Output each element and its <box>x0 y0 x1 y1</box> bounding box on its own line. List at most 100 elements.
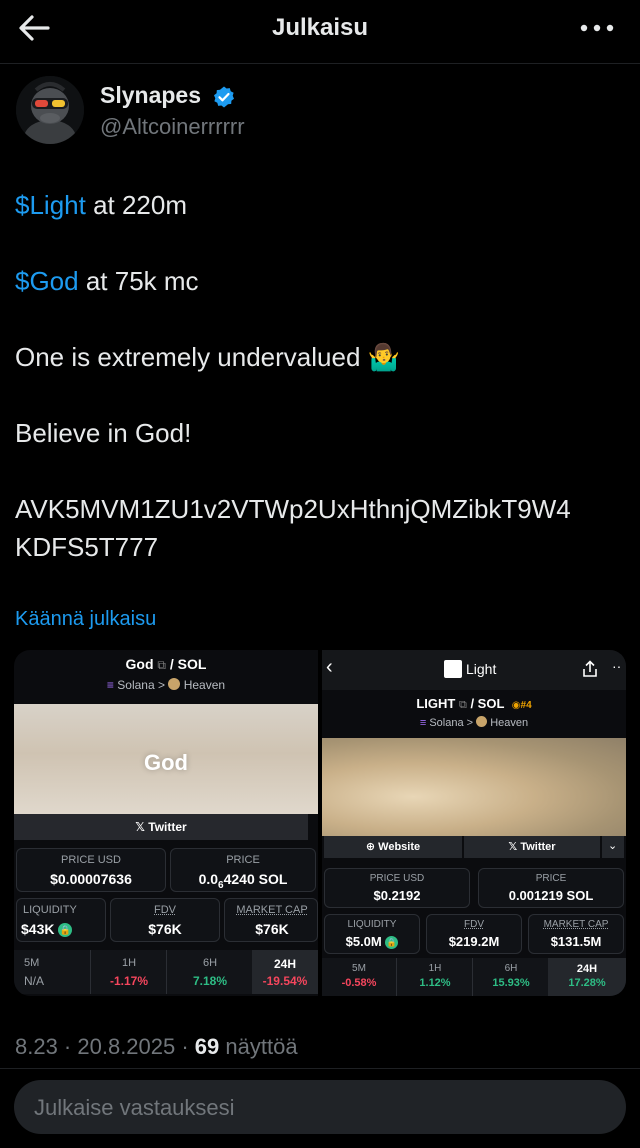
fdv-label: FDV <box>464 919 484 930</box>
tf-label: 24H <box>576 963 598 975</box>
more-icon[interactable]: ·· <box>612 658 621 674</box>
rank-badge: #4 <box>520 700 532 711</box>
dex-name: Heaven <box>490 717 529 729</box>
tf-1h[interactable]: 1H 1.12% <box>396 958 472 996</box>
fdv-label: FDV <box>154 904 176 916</box>
tf-label: 6H <box>202 957 218 969</box>
market-cap-value: $131.5M <box>550 934 602 949</box>
price-box: PRICE 0.064240 SOL <box>170 848 316 892</box>
fdv-box: FDV $76K <box>110 898 220 942</box>
pair-token: God <box>125 656 154 672</box>
tf-label: 1H <box>121 957 137 969</box>
tf-1h[interactable]: 1H -1.17% <box>90 950 166 994</box>
liquidity-value: $5.0M 🔒 <box>325 934 419 949</box>
meta-divider <box>0 1068 640 1069</box>
solana-icon: ≡ <box>419 717 427 729</box>
cashtag-god[interactable]: $God <box>15 266 79 296</box>
price-value: 0.001219 SOL <box>508 888 594 903</box>
post-text: at 220m <box>85 190 188 220</box>
liquidity-box: LIQUIDITY $5.0M 🔒 <box>324 914 420 954</box>
price-label: PRICE <box>226 854 260 866</box>
website-button[interactable]: ⊕ Website <box>324 836 462 858</box>
pair-title: God ⧉ / SOL <box>14 656 318 673</box>
tf-label: 6H <box>504 963 518 974</box>
tf-value: N/A <box>24 974 45 988</box>
twitter-label: Twitter <box>520 841 556 853</box>
liquidity-amount: $43K <box>21 921 55 937</box>
market-cap-value: $76K <box>255 921 289 937</box>
more-horizontal-icon[interactable] <box>578 16 618 40</box>
market-cap-label: MARKET CAP <box>236 904 308 916</box>
avatar[interactable] <box>16 76 84 144</box>
author-name[interactable]: Slynapes <box>100 82 201 109</box>
tf-5m[interactable]: 5M N/A <box>14 950 90 994</box>
post-timestamp[interactable]: 8.23 · 20.8.2025 · <box>15 1034 195 1059</box>
post-line-light: $Light at 220m <box>15 190 187 221</box>
view-count: 69 <box>194 1034 220 1059</box>
god-screenshot[interactable]: God ⧉ / SOL ≡ Solana > Heaven God 𝕏 Twit… <box>14 650 318 996</box>
pair-quote: SOL <box>177 656 207 672</box>
reply-input[interactable]: Julkaise vastauksesi <box>14 1080 626 1134</box>
website-label: Website <box>378 841 421 853</box>
pair-token: LIGHT <box>416 696 456 711</box>
twitter-button[interactable]: 𝕏 Twitter <box>14 814 308 840</box>
chevron-right-icon: > <box>466 717 474 729</box>
price-usd-value: $0.00007636 <box>50 871 132 887</box>
chain-name: Solana <box>429 717 464 729</box>
price-part-a: 0.0 <box>198 871 219 887</box>
liquidity-label: LIQUIDITY <box>347 919 397 930</box>
price-usd-value: $0.2192 <box>373 888 421 903</box>
view-label: näyttöä <box>219 1034 298 1059</box>
tf-24h[interactable]: 24H -19.54% <box>252 950 318 994</box>
tf-label: 24H <box>273 957 296 971</box>
chevron-left-icon[interactable]: ‹ <box>326 656 333 679</box>
tf-label: 1H <box>428 963 442 974</box>
media-grid[interactable]: God ⧉ / SOL ≡ Solana > Heaven God 𝕏 Twit… <box>14 650 626 996</box>
post-line-undervalued: One is extremely undervalued 🤷‍♂️ <box>15 342 400 372</box>
fdv-value: $76K <box>148 921 182 937</box>
twitter-button[interactable]: 𝕏 Twitter <box>464 836 600 858</box>
token-banner <box>322 738 626 836</box>
banner-text: God <box>144 750 188 775</box>
tf-value: -1.17% <box>109 974 149 988</box>
tf-label: 5M <box>24 957 40 969</box>
lock-icon: 🔒 <box>385 936 399 949</box>
translate-link[interactable]: Käännä julkaisu <box>15 608 156 631</box>
contract-address-line-1: AVK5MVM1ZU1v2VTWp2UxHthnjQMZibkT9W4 <box>15 494 571 524</box>
tf-5m[interactable]: 5M -0.58% <box>322 958 396 996</box>
verified-badge-icon <box>214 86 234 108</box>
x-icon: 𝕏 <box>135 820 149 834</box>
author-handle[interactable]: @Altcoinerrrrrr <box>100 114 245 140</box>
share-icon[interactable] <box>582 660 598 678</box>
header-divider <box>0 63 640 64</box>
tf-6h[interactable]: 6H 15.93% <box>472 958 548 996</box>
market-cap-label: MARKET CAP <box>543 919 609 930</box>
cashtag-light[interactable]: $Light <box>15 190 86 220</box>
twitter-label: Twitter <box>148 820 187 834</box>
chain-row: ≡ Solana > Heaven <box>14 678 318 692</box>
heaven-icon <box>168 678 181 690</box>
chain-row: ≡ Solana > Heaven <box>322 716 626 729</box>
liquidity-amount: $5.0M <box>345 934 382 949</box>
nav-title-row: Light <box>444 660 496 678</box>
expand-button[interactable]: ⌄ <box>602 836 624 858</box>
pair-separator: / <box>166 656 178 672</box>
solana-icon: ≡ <box>106 678 114 692</box>
price-box: PRICE 0.001219 SOL <box>478 868 624 908</box>
tf-label: 5M <box>352 963 366 974</box>
chain-name: Solana <box>117 678 155 692</box>
price-label: PRICE <box>535 873 567 884</box>
pair-quote: SOL <box>477 696 505 711</box>
light-screenshot[interactable]: ‹ Light ·· LIGHT ⧉ / SOL ◉#4 ≡ Solana > … <box>322 650 626 996</box>
pair-title: LIGHT ⧉ / SOL ◉#4 <box>322 696 626 712</box>
top-bar: Julkaisu <box>0 0 640 62</box>
price-value: 0.064240 SOL <box>171 871 315 891</box>
copy-icon: ⧉ <box>458 699 467 711</box>
reply-placeholder: Julkaise vastauksesi <box>34 1095 235 1120</box>
price-usd-label: PRICE USD <box>369 873 425 884</box>
tf-value: 7.18% <box>192 974 228 988</box>
chevron-down-icon: ⌄ <box>608 840 618 852</box>
tf-24h[interactable]: 24H 17.28% <box>548 958 626 996</box>
tf-value: -0.58% <box>341 977 377 989</box>
tf-6h[interactable]: 6H 7.18% <box>166 950 252 994</box>
